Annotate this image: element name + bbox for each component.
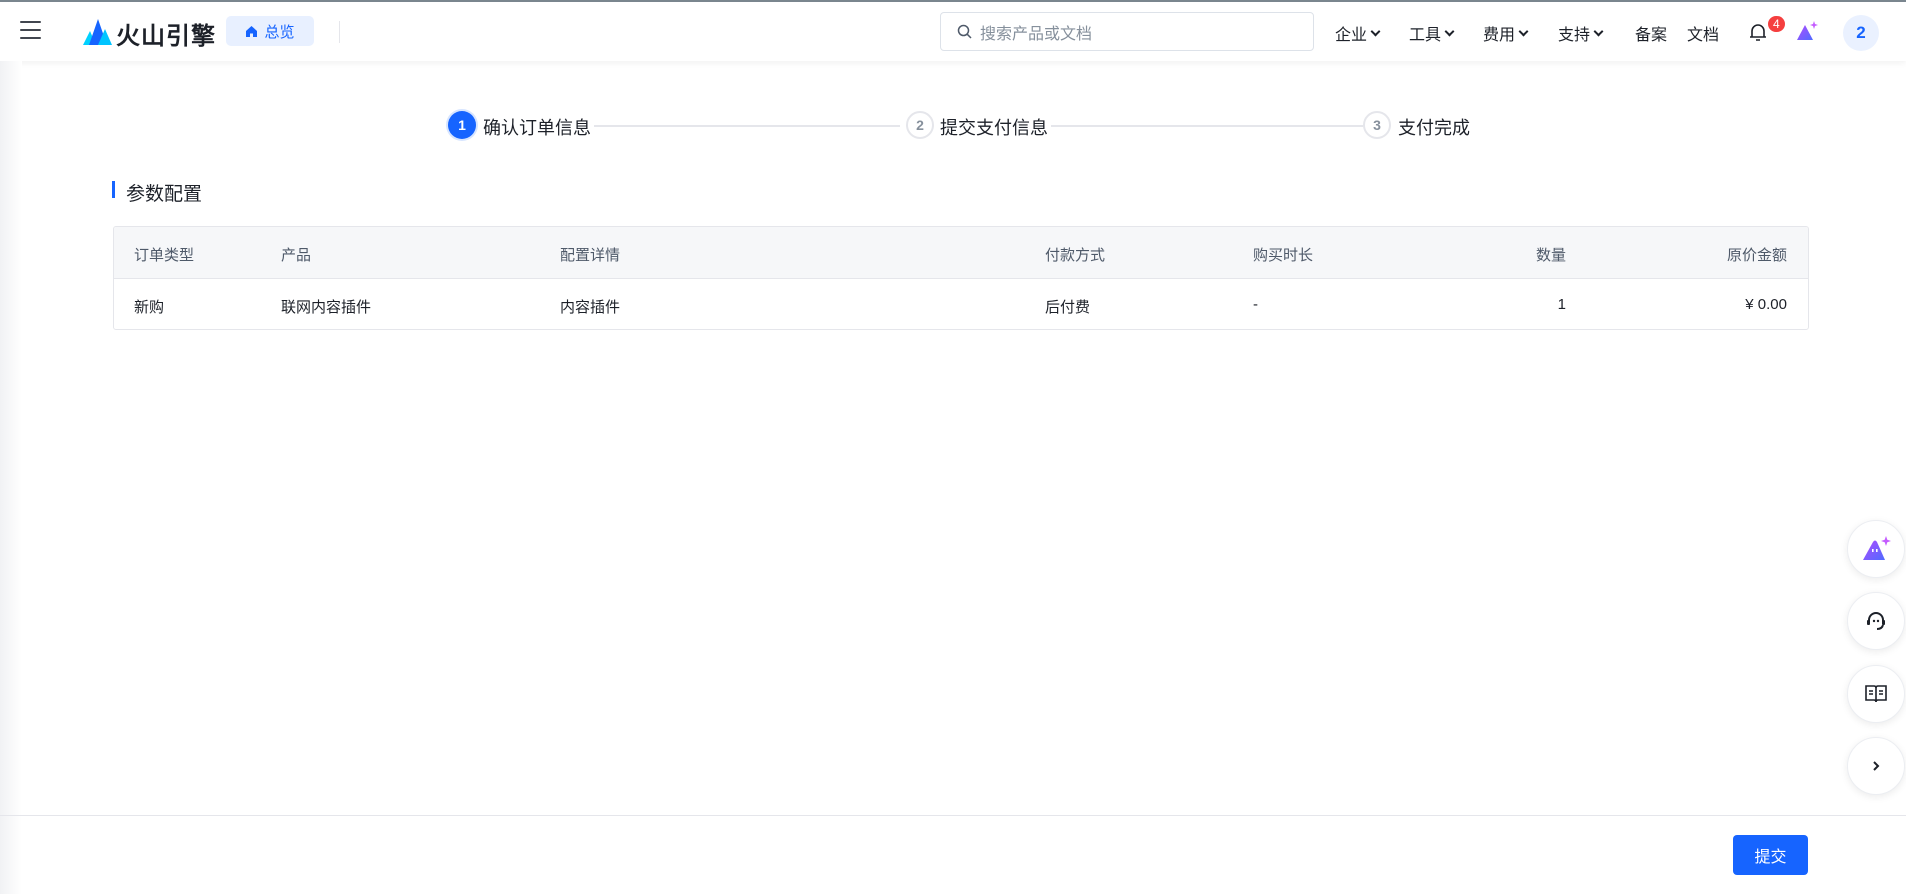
cell-payment: 后付费 bbox=[1045, 299, 1091, 316]
nav-label: 费用 bbox=[1483, 27, 1516, 44]
chevron-down-icon bbox=[1518, 26, 1529, 36]
step-1-indicator: 1 bbox=[448, 111, 476, 139]
order-table: 订单类型 产品 配置详情 付款方式 购买时长 数量 原价金额 新购 联网内容插件… bbox=[113, 226, 1809, 330]
ai-assistant-float-button[interactable] bbox=[1847, 520, 1905, 578]
cell-price: ¥ 0.00 bbox=[1745, 296, 1787, 313]
column-header: 订单类型 bbox=[134, 247, 195, 264]
search-icon bbox=[957, 24, 972, 39]
column-header: 原价金额 bbox=[1726, 247, 1787, 264]
volcengine-logo-icon[interactable] bbox=[81, 17, 113, 47]
step-1-label: 确认订单信息 bbox=[483, 118, 591, 138]
chevron-right-icon bbox=[1873, 761, 1880, 771]
step-connector bbox=[594, 125, 900, 127]
column-header: 付款方式 bbox=[1045, 247, 1106, 264]
nav-label: 备案 bbox=[1635, 27, 1668, 44]
section-title: 参数配置 bbox=[126, 184, 203, 205]
column-header: 配置详情 bbox=[560, 247, 621, 264]
brand-name[interactable]: 火山引擎 bbox=[116, 16, 216, 51]
cell-quantity: 1 bbox=[1557, 296, 1566, 313]
documentation-button[interactable] bbox=[1847, 665, 1905, 723]
nav-filing[interactable]: 备案 bbox=[1635, 21, 1667, 45]
left-edge-shadow bbox=[0, 61, 22, 894]
book-icon bbox=[1865, 685, 1887, 703]
nav-support[interactable]: 支持 bbox=[1558, 21, 1604, 45]
search-input[interactable]: 搜索产品或文档 bbox=[940, 12, 1314, 51]
cell-order-type: 新购 bbox=[134, 299, 165, 316]
ai-assistant-icon bbox=[1863, 536, 1891, 560]
cell-duration: - bbox=[1253, 296, 1258, 313]
search-placeholder: 搜索产品或文档 bbox=[980, 25, 1093, 43]
cell-config: 内容插件 bbox=[560, 299, 621, 316]
footer-divider bbox=[0, 815, 1906, 816]
headset-icon bbox=[1867, 612, 1885, 630]
step-2-indicator: 2 bbox=[906, 111, 934, 139]
user-avatar[interactable]: 2 bbox=[1843, 15, 1879, 51]
bell-icon[interactable] bbox=[1749, 22, 1767, 42]
step-connector bbox=[1051, 125, 1363, 127]
nav-label: 文档 bbox=[1687, 27, 1720, 44]
nav-billing[interactable]: 费用 bbox=[1483, 21, 1529, 45]
nav-label: 工具 bbox=[1409, 27, 1442, 44]
chevron-down-icon bbox=[1370, 26, 1381, 36]
chevron-down-icon bbox=[1444, 26, 1455, 36]
notification-badge: 4 bbox=[1767, 15, 1786, 33]
ai-assistant-icon[interactable] bbox=[1795, 20, 1819, 42]
step-3-label: 支付完成 bbox=[1398, 118, 1470, 138]
column-header: 数量 bbox=[1535, 247, 1566, 264]
nav-label: 企业 bbox=[1335, 27, 1368, 44]
nav-docs[interactable]: 文档 bbox=[1687, 21, 1719, 45]
column-header: 产品 bbox=[281, 247, 312, 264]
step-2-label: 提交支付信息 bbox=[940, 118, 1048, 138]
divider bbox=[339, 21, 340, 43]
collapse-panel-button[interactable] bbox=[1847, 737, 1905, 795]
column-header: 购买时长 bbox=[1253, 247, 1314, 264]
table-header: 订单类型 产品 配置详情 付款方式 购买时长 数量 原价金额 bbox=[114, 227, 1808, 279]
top-nav-bar: 火山引擎 总览 搜索产品或文档 企业 工具 费用 支持 备案 文档 4 2 bbox=[0, 2, 1906, 61]
table-row: 新购 联网内容插件 内容插件 后付费 - 1 ¥ 0.00 bbox=[114, 279, 1808, 329]
nav-tools[interactable]: 工具 bbox=[1409, 21, 1455, 45]
overview-label: 总览 bbox=[264, 23, 295, 41]
chevron-down-icon bbox=[1593, 26, 1604, 36]
step-3-indicator: 3 bbox=[1363, 111, 1391, 139]
home-icon bbox=[246, 25, 258, 37]
submit-button[interactable]: 提交 bbox=[1733, 835, 1808, 875]
overview-button[interactable]: 总览 bbox=[226, 16, 314, 46]
menu-hamburger-icon[interactable] bbox=[20, 21, 41, 39]
nav-label: 支持 bbox=[1558, 27, 1591, 44]
nav-enterprise[interactable]: 企业 bbox=[1335, 21, 1381, 45]
section-accent-bar bbox=[112, 181, 115, 198]
customer-support-button[interactable] bbox=[1847, 592, 1905, 650]
cell-product: 联网内容插件 bbox=[281, 299, 372, 316]
